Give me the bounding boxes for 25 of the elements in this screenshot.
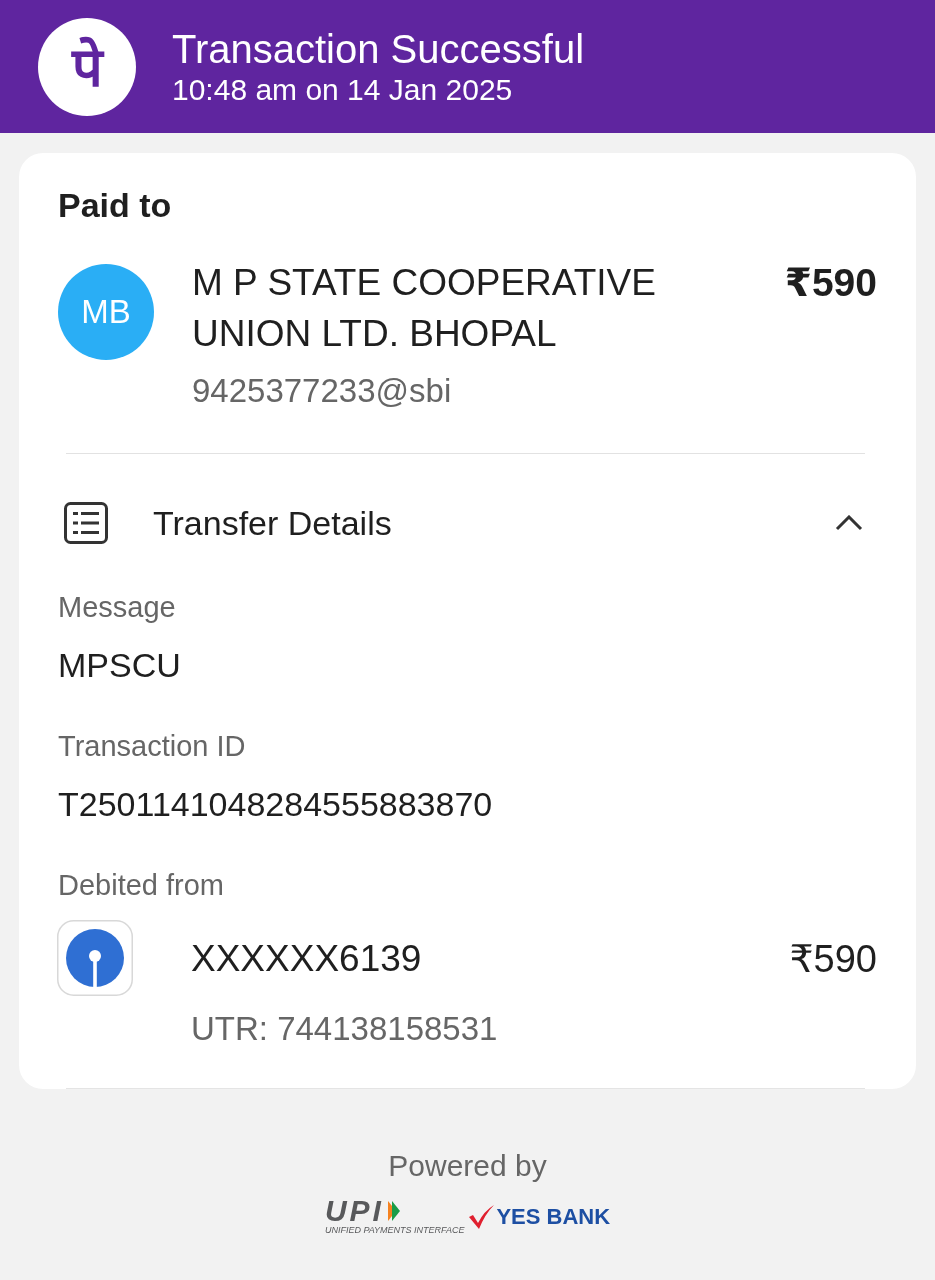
field-label: Message xyxy=(58,590,176,625)
powered-by-text: Powered by xyxy=(388,1148,547,1184)
field-value: T2501141048284555883870 xyxy=(58,784,493,825)
keyhole-logo-icon xyxy=(57,920,133,996)
bank-logo-text: YES BANK xyxy=(496,1203,611,1230)
payee-avatar: MB xyxy=(58,264,154,360)
paid-to-heading: Paid to xyxy=(58,185,172,225)
list-icon xyxy=(64,502,108,544)
field-label: Debited from xyxy=(58,868,224,903)
transaction-time: 10:48 am on 14 Jan 2025 xyxy=(172,71,513,108)
chevron-up-icon[interactable] xyxy=(835,515,863,531)
upi-logo-text: UPI xyxy=(324,1198,384,1224)
payee-name: M P STATE COOPERATIVE UNION LTD. BHOPAL xyxy=(192,261,657,356)
account-number: XXXXXX6139 xyxy=(191,937,422,981)
transfer-details-title: Transfer Details xyxy=(153,503,392,544)
field-value: MPSCU xyxy=(58,645,181,686)
upi-tagline: UNIFIED PAYMENTS INTERFACE xyxy=(324,1225,465,1235)
paid-amount: ₹590 xyxy=(784,260,877,306)
utr-number: UTR: 744138158531 xyxy=(191,1009,498,1049)
debited-amount: ₹590 xyxy=(789,937,877,982)
status-title: Transaction Successful xyxy=(172,25,585,72)
app-logo: पे xyxy=(38,17,136,116)
field-label: Transaction ID xyxy=(58,729,246,764)
tick-icon xyxy=(468,1204,495,1229)
payee-upi-id: 9425377233@sbi xyxy=(192,371,452,411)
